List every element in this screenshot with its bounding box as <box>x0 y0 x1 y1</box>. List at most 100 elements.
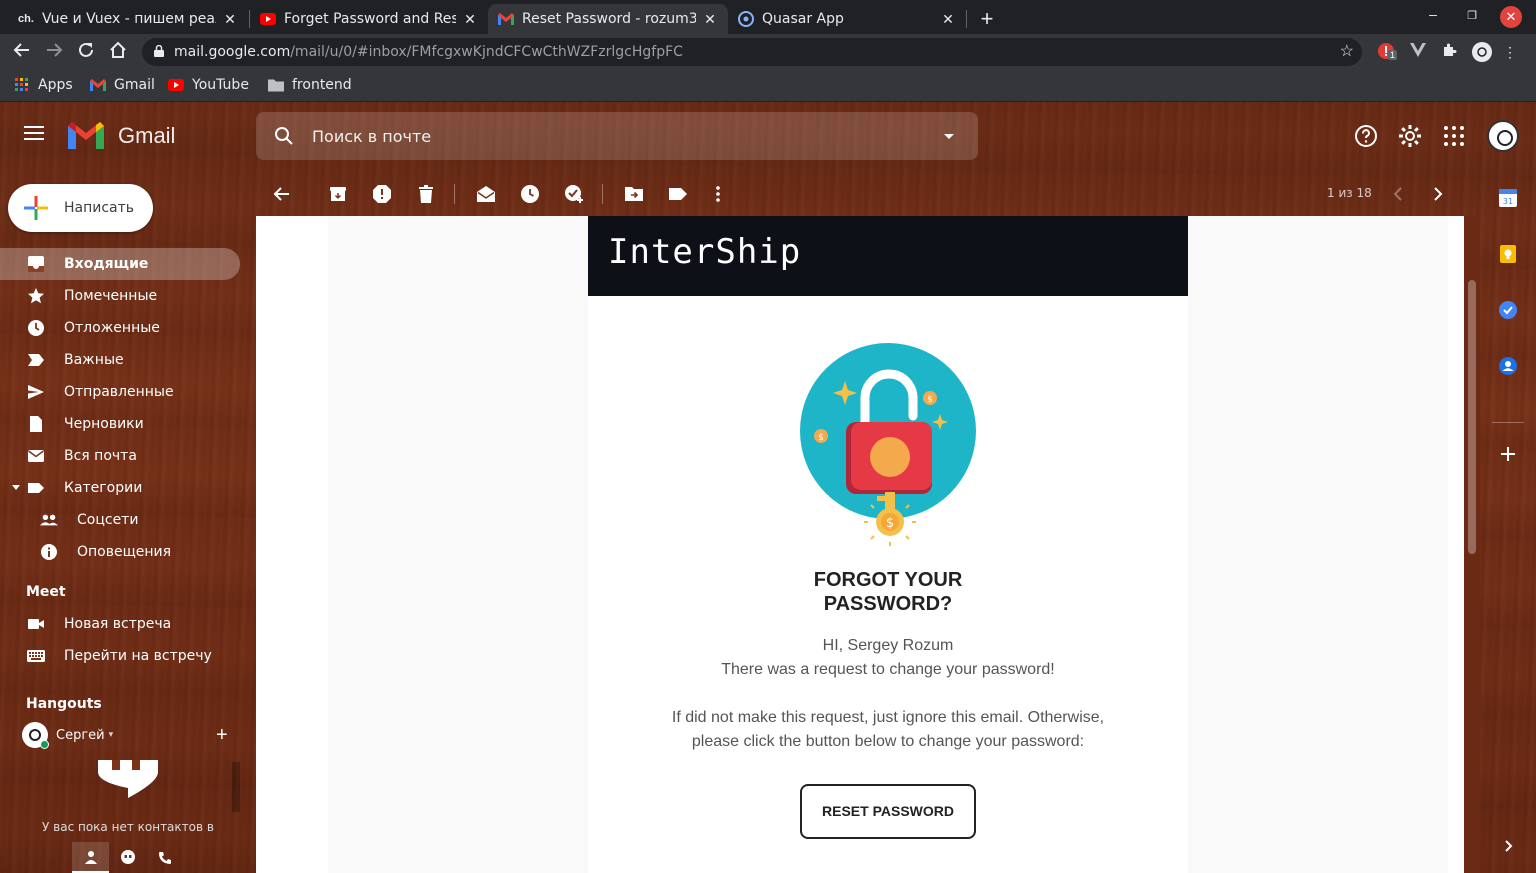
restore-icon[interactable]: ❐ <box>1462 9 1482 22</box>
bookmark-star-icon[interactable]: ☆ <box>1340 41 1354 61</box>
reset-password-button[interactable]: RESET PASSWORD <box>800 784 976 839</box>
browser-tab-reset-password[interactable]: Reset Password - rozum32... ✕ <box>488 4 728 34</box>
meet-new-meeting[interactable]: Новая встреча <box>0 608 256 640</box>
contacts-person-icon[interactable] <box>72 842 109 873</box>
nav-item-important[interactable]: Важные <box>0 344 256 376</box>
bookmark-label: YouTube <box>192 77 249 93</box>
unlocked-padlock-illustration: $ $ $ <box>800 343 976 546</box>
tab-close-icon[interactable]: ✕ <box>462 11 478 28</box>
browser-menu-icon[interactable]: ⋮ <box>1500 42 1520 62</box>
tab-close-icon[interactable]: ✕ <box>940 11 956 28</box>
account-avatar[interactable] <box>1487 120 1519 152</box>
reload-icon[interactable] <box>75 41 97 63</box>
email-title-line: FORGOT YOUR <box>813 569 963 591</box>
bookmark-apps[interactable]: Apps <box>14 77 73 93</box>
search-icon[interactable] <box>274 126 294 146</box>
video-icon <box>28 619 44 629</box>
snooze-clock-icon[interactable] <box>520 184 540 204</box>
forward-icon[interactable] <box>43 41 65 63</box>
tasks-icon[interactable] <box>1498 300 1518 320</box>
add-to-tasks-icon[interactable] <box>564 184 584 204</box>
email-request-text: There was a request to change your passw… <box>721 661 1055 678</box>
hangouts-add-icon[interactable]: + <box>216 724 228 747</box>
move-to-icon[interactable] <box>624 184 644 204</box>
browser-tab-quasar[interactable]: Quasar App ✕ <box>728 4 966 34</box>
nav-item-inbox[interactable]: Входящие <box>0 248 240 280</box>
scrollbar-thumb[interactable] <box>1468 280 1476 554</box>
report-spam-icon[interactable] <box>372 184 392 204</box>
labels-icon[interactable] <box>668 184 688 204</box>
tab-title: Quasar App <box>762 11 844 27</box>
back-to-inbox-icon[interactable] <box>272 184 292 204</box>
extension-vue-icon[interactable] <box>1408 42 1428 62</box>
expand-panel-chevron-icon[interactable] <box>1498 836 1518 856</box>
meet-heading: Meet <box>26 584 66 600</box>
settings-gear-icon[interactable] <box>1398 124 1422 148</box>
search-options-icon[interactable] <box>944 134 954 139</box>
older-chevron-right-icon[interactable] <box>1428 184 1448 204</box>
meet-join-meeting[interactable]: Перейти на встречу <box>0 640 256 672</box>
label-icon <box>28 483 44 493</box>
email-greeting-block: HI, Sergey Rozum There was a request to … <box>588 634 1188 682</box>
expand-caret-icon[interactable] <box>12 485 20 490</box>
nav-item-starred[interactable]: Помеченные <box>0 280 256 312</box>
mail-search-box[interactable] <box>256 112 978 160</box>
bookmark-frontend-folder[interactable]: frontend <box>268 77 352 93</box>
keyboard-icon <box>27 650 45 662</box>
keep-icon[interactable] <box>1498 244 1518 264</box>
reading-scrollbar[interactable] <box>1464 216 1480 873</box>
contacts-icon[interactable] <box>1498 356 1518 376</box>
window-close-button[interactable]: ✕ <box>1500 6 1522 28</box>
hangouts-chat-icon[interactable] <box>109 842 146 873</box>
nav-item-updates[interactable]: Оповещения <box>0 536 256 568</box>
hangouts-user[interactable]: Сергей ▾ <box>22 722 114 749</box>
hangouts-avatar <box>22 722 49 749</box>
home-icon[interactable] <box>107 41 129 63</box>
extensions-puzzle-icon[interactable] <box>1440 42 1460 62</box>
compose-button[interactable]: Написать <box>8 184 153 232</box>
main-menu-icon[interactable] <box>24 126 44 140</box>
nav-label: Оповещения <box>77 544 172 560</box>
back-icon[interactable] <box>11 41 33 63</box>
address-bar[interactable]: mail.google.com/mail/u/0/#inbox/FMfcgxwK… <box>142 38 1362 66</box>
browser-tab-vue[interactable]: ch. Vue и Vuex - пишем реальн... ✕ <box>8 4 248 34</box>
chevron-down-icon[interactable]: ▾ <box>109 730 114 740</box>
archive-icon[interactable] <box>328 184 348 204</box>
google-apps-grid-icon[interactable] <box>1442 124 1466 148</box>
people-icon <box>40 514 58 526</box>
inbox-icon <box>28 256 44 272</box>
phone-icon[interactable] <box>146 842 183 873</box>
tab-close-icon[interactable]: ✕ <box>702 11 718 28</box>
nav-item-snoozed[interactable]: Отложенные <box>0 312 256 344</box>
search-input[interactable] <box>312 124 912 148</box>
extension-adblock-icon[interactable]: 1 <box>1376 42 1398 62</box>
new-tab-button[interactable]: + <box>976 6 998 32</box>
nav-item-sent[interactable]: Отправленные <box>0 376 256 408</box>
nav-item-drafts[interactable]: Черновики <box>0 408 256 440</box>
mark-unread-icon[interactable] <box>476 184 496 204</box>
svg-text:$: $ <box>927 395 933 405</box>
minimize-icon[interactable]: – <box>1423 6 1443 22</box>
help-icon[interactable] <box>1354 124 1378 148</box>
tab-title: Vue и Vuex - пишем реальн... <box>42 11 216 27</box>
hangouts-scrollbar[interactable] <box>232 762 240 812</box>
message-toolbar: 1 из 18 <box>256 176 1464 216</box>
delete-icon[interactable] <box>416 184 436 204</box>
browser-tab-youtube[interactable]: Forget Password and Reset... ✕ <box>250 4 488 34</box>
more-options-icon[interactable] <box>708 184 728 204</box>
calendar-icon[interactable]: 31 <box>1498 188 1518 208</box>
add-addon-plus-icon[interactable] <box>1498 444 1518 464</box>
tab-close-icon[interactable]: ✕ <box>222 11 238 28</box>
bookmark-youtube[interactable]: YouTube <box>168 77 249 93</box>
hangouts-quote-icon <box>98 760 158 798</box>
nav-label: Новая встреча <box>64 616 172 632</box>
url-text: mail.google.com/mail/u/0/#inbox/FMfcgxwK… <box>174 44 683 60</box>
nav-item-all-mail[interactable]: Вся почта <box>0 440 256 472</box>
nav-item-social[interactable]: Соцсети <box>0 504 256 536</box>
mail-icon <box>28 450 44 462</box>
tab-title: Forget Password and Reset... <box>284 11 456 27</box>
profile-avatar-icon[interactable] <box>1472 42 1492 62</box>
bookmark-gmail[interactable]: Gmail <box>90 77 155 93</box>
newer-chevron-left-icon[interactable] <box>1388 184 1408 204</box>
nav-item-categories[interactable]: Категории <box>0 472 256 504</box>
